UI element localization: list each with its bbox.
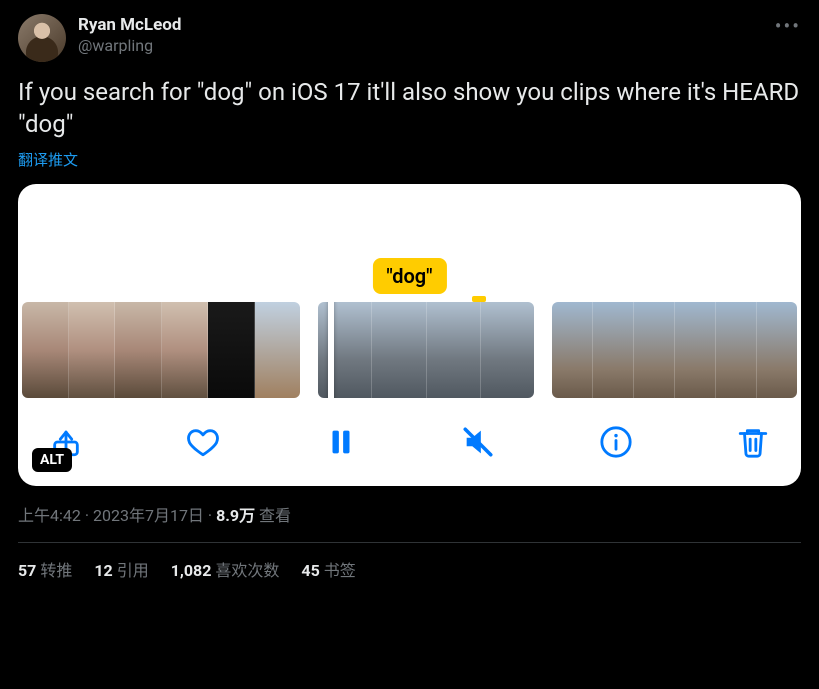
translate-link[interactable]: 翻译推文 [18,149,78,170]
clip-frame [675,302,716,398]
views-label: 查看 [255,506,291,525]
clip-frame [22,302,69,398]
mute-icon[interactable] [458,422,498,462]
clip-frame [552,302,593,398]
tweet-container: Ryan McLeod @warpling ••• If you search … [0,0,819,581]
user-block[interactable]: Ryan McLeod @warpling [78,14,181,57]
clip-frame [716,302,757,398]
alt-badge[interactable]: ALT [32,448,72,472]
tweet-meta[interactable]: 上午4:42 · 2023年7月17日 · 8.9万 查看 [18,502,801,526]
clip-frame [69,302,116,398]
divider [18,542,801,543]
info-icon[interactable] [596,422,636,462]
display-name: Ryan McLeod [78,14,181,36]
clip-frame [372,302,426,398]
clip-frame [162,302,209,398]
meta-date: 2023年7月17日 [93,506,204,525]
stat-retweets[interactable]: 57转推 [18,557,72,581]
media-card[interactable]: "dog" [18,184,801,486]
more-icon[interactable]: ••• [775,14,801,38]
meta-time: 上午4:42 [18,506,81,525]
media-whitespace: "dog" [18,184,801,302]
clip-group[interactable] [22,302,300,398]
clip-frame [757,302,797,398]
clip-frame [634,302,675,398]
stats-row: 57转推 12引用 1,082喜欢次数 45书签 [18,557,801,581]
stat-bookmarks[interactable]: 45书签 [301,557,355,581]
clip-group[interactable] [552,302,797,398]
avatar[interactable] [18,14,66,62]
views-count: 8.9万 [216,506,255,525]
clip-frame [255,302,301,398]
heart-icon[interactable] [183,422,223,462]
trash-icon[interactable] [733,422,773,462]
clip-frame [593,302,634,398]
search-tooltip: "dog" [372,258,446,294]
clip-group[interactable] [318,302,534,398]
handle: @warpling [78,36,181,57]
stat-quotes[interactable]: 12引用 [94,557,148,581]
tweet-text: If you search for "dog" on iOS 17 it'll … [18,76,801,141]
playhead[interactable] [328,302,334,398]
media-toolbar [18,398,801,486]
pause-icon[interactable] [321,422,361,462]
clip-frame [427,302,481,398]
clip-frame [115,302,162,398]
clip-frame [481,302,534,398]
clip-frame [318,302,372,398]
video-timeline[interactable] [18,302,801,398]
tweet-header: Ryan McLeod @warpling ••• [18,14,801,62]
tooltip-marker [472,296,486,302]
clip-frame [208,302,255,398]
stat-likes[interactable]: 1,082喜欢次数 [171,557,280,581]
